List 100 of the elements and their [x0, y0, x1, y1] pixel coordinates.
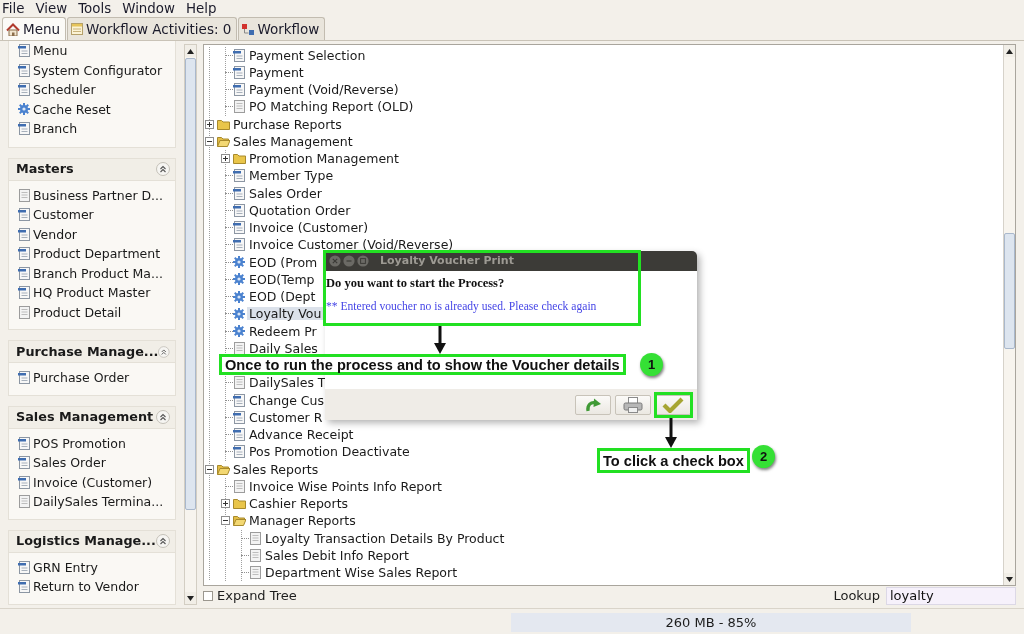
- tree-item[interactable]: Invoice Wise Points Info Report: [247, 479, 444, 493]
- scroll-down-button[interactable]: [185, 592, 196, 604]
- tree-item[interactable]: Loyalty Transaction Details By Product: [263, 531, 507, 545]
- scrollbar-thumb[interactable]: [1004, 233, 1015, 349]
- tree-item[interactable]: Pos Promotion Deactivate: [247, 445, 412, 459]
- tab[interactable]: Workflow Activities: 0: [67, 17, 238, 40]
- tree-item[interactable]: Sales Management: [231, 134, 355, 148]
- pulldown-title[interactable]: File: [0, 0, 29, 17]
- sidebar-item[interactable]: Return to Vendor: [33, 579, 139, 595]
- sidebar-item[interactable]: POS Promotion: [33, 435, 126, 451]
- tree-item[interactable]: DailySales T: [247, 376, 328, 390]
- sidebar-item[interactable]: GRN Entry: [33, 559, 98, 575]
- sidebar-item[interactable]: HQ Product Master: [33, 285, 151, 301]
- sidebar-item[interactable]: Branch: [33, 121, 78, 137]
- tree-item[interactable]: EOD (Dept: [247, 290, 318, 304]
- tree-item[interactable]: Redeem Pr: [247, 324, 319, 338]
- tree-item[interactable]: Payment Selection: [247, 48, 368, 62]
- tree-item[interactable]: Daily Sales: [247, 341, 320, 355]
- scrollbar-track[interactable]: [1003, 45, 1015, 585]
- document-icon: [233, 479, 245, 493]
- tree-item[interactable]: Payment: [247, 65, 306, 79]
- panel-header[interactable]: Sales Management: [9, 406, 175, 429]
- sidebar-item[interactable]: Product Detail: [33, 304, 122, 320]
- expand-icon[interactable]: [221, 154, 230, 164]
- window-icon: [18, 83, 30, 97]
- tree-item[interactable]: Loyalty Vou: [247, 307, 324, 321]
- checkbox[interactable]: [203, 590, 213, 601]
- print-button[interactable]: [615, 394, 651, 415]
- scrollbar-thumb[interactable]: [185, 58, 196, 510]
- sidebar-item[interactable]: Menu: [33, 43, 68, 59]
- pulldown-title[interactable]: Help: [184, 0, 221, 17]
- tab[interactable]: Workflow: [238, 17, 326, 40]
- tree-item[interactable]: Invoice (Customer): [247, 221, 371, 235]
- expand-icon[interactable]: [205, 119, 214, 129]
- gear-icon: [18, 103, 30, 116]
- sidebar-item[interactable]: Vendor: [33, 226, 77, 242]
- gear-icon: [233, 325, 245, 338]
- expand-icon[interactable]: [221, 499, 230, 509]
- tree-item[interactable]: EOD(Temp: [247, 272, 317, 286]
- tree-item[interactable]: Invoice Customer (Void/Reverse): [247, 238, 456, 252]
- scroll-up-button[interactable]: [185, 45, 196, 57]
- sidebar-item[interactable]: System Configurator: [33, 62, 163, 78]
- window-icon: [18, 122, 30, 136]
- tree-item[interactable]: Member Type: [247, 169, 336, 183]
- checkbox-label[interactable]: Expand Tree: [217, 587, 297, 604]
- scroll-down-button[interactable]: [1004, 573, 1015, 585]
- gear-icon: [233, 307, 245, 320]
- tree-item[interactable]: Purchase Reports: [231, 117, 344, 131]
- collapse-icon[interactable]: [205, 464, 214, 474]
- flowchart-icon: [242, 23, 255, 35]
- tree-item[interactable]: PO Matching Report (OLD): [247, 100, 416, 114]
- window-icon: [18, 436, 30, 450]
- window-icon: [233, 203, 245, 217]
- tab[interactable]: Menu: [2, 17, 67, 40]
- sidebar-item[interactable]: DailySales Termina...: [33, 494, 164, 510]
- panel-header[interactable]: Purchase Manage...: [9, 341, 175, 363]
- tree-item[interactable]: Cashier Reports: [247, 497, 351, 511]
- sidebar-item[interactable]: Scheduler: [33, 82, 96, 98]
- window-icon: [18, 286, 30, 300]
- scroll-up-button[interactable]: [1004, 45, 1015, 57]
- sidebar-item[interactable]: Business Partner D...: [33, 187, 164, 203]
- curved-arrow-icon: [583, 396, 603, 413]
- tree-item[interactable]: Quotation Order: [247, 203, 353, 217]
- tree-item[interactable]: Change Cus: [247, 393, 326, 407]
- tree-item[interactable]: Sales Reports: [231, 462, 321, 476]
- panel-header[interactable]: Logistics Manage...: [9, 530, 175, 553]
- sidebar-item[interactable]: Product Department: [33, 246, 161, 262]
- window-icon: [233, 428, 245, 442]
- open-folder-icon: [233, 515, 246, 527]
- lookup-field[interactable]: loyalty: [886, 586, 1016, 605]
- tree-item[interactable]: Advance Receipt: [247, 428, 356, 442]
- sidebar-item[interactable]: Invoice (Customer): [33, 474, 153, 490]
- pulldown-title[interactable]: Window: [120, 0, 179, 17]
- pulldown-title[interactable]: View: [33, 0, 72, 17]
- gear-icon: [233, 256, 245, 269]
- window-icon: [233, 445, 245, 459]
- tree-item[interactable]: Manager Reports: [247, 514, 358, 528]
- pulldown-title[interactable]: Tools: [76, 0, 116, 17]
- scrollbar-track[interactable]: [184, 44, 197, 605]
- tree-item[interactable]: Promotion Management: [247, 152, 401, 166]
- collapse-icon[interactable]: [221, 516, 230, 526]
- calendar-icon: [71, 23, 84, 35]
- collapse-icon[interactable]: [205, 136, 214, 146]
- tree-item[interactable]: Sales Debit Info Report: [263, 548, 411, 562]
- redo-button[interactable]: [575, 394, 611, 415]
- tree-item[interactable]: Department Wise Sales Report: [263, 566, 460, 580]
- open-folder-icon: [217, 463, 230, 475]
- tree-item[interactable]: Sales Order: [247, 186, 324, 200]
- tree-item[interactable]: Customer R: [247, 410, 325, 424]
- sidebar-item[interactable]: Sales Order: [33, 455, 106, 471]
- tree-item[interactable]: Payment (Void/Reverse): [247, 83, 401, 97]
- sidebar-item[interactable]: Branch Product Ma...: [33, 265, 163, 281]
- down-arrow-icon: [433, 326, 447, 354]
- sidebar-item[interactable]: Cache Reset: [33, 101, 111, 117]
- panel-header[interactable]: Masters: [9, 158, 175, 181]
- sidebar-item[interactable]: Purchase Order: [33, 370, 130, 386]
- sidebar-item[interactable]: Customer: [33, 207, 94, 223]
- tree-item[interactable]: EOD (Prom: [247, 255, 320, 269]
- panel-title: Logistics Manage...: [16, 533, 156, 549]
- up-arrow-icon: [1006, 48, 1013, 54]
